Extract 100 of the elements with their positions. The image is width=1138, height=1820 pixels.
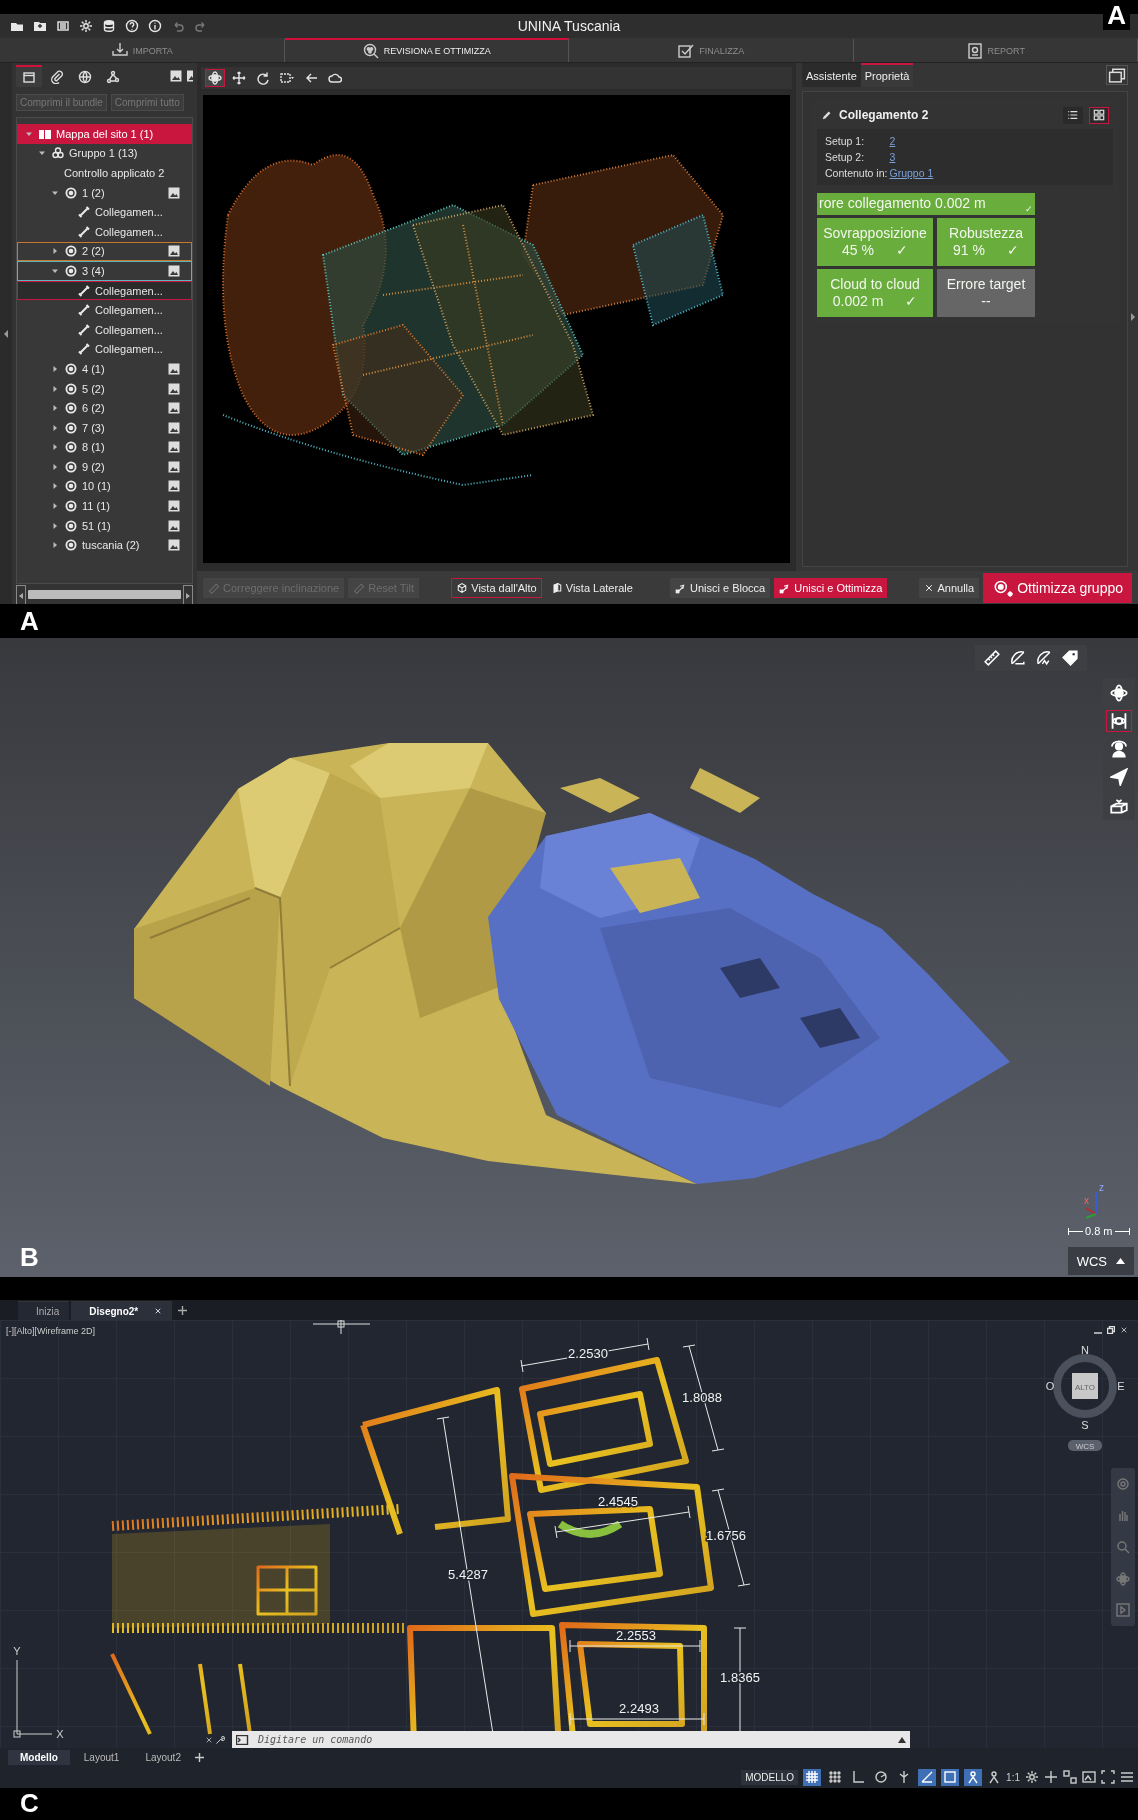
image-icon: [167, 538, 181, 553]
help-icon[interactable]: [125, 19, 139, 33]
merge-button[interactable]: Unisci e Blocca: [670, 578, 771, 598]
close-icon[interactable]: [154, 1307, 163, 1315]
database-icon[interactable]: [102, 19, 116, 33]
tree-item[interactable]: Collegamen...: [17, 339, 192, 360]
workflow-step[interactable]: FINALIZZA: [569, 38, 854, 62]
osnap-toggle[interactable]: [941, 1768, 960, 1786]
tree-item[interactable]: 1 (2): [17, 182, 192, 203]
steering-wheel-icon[interactable]: [1116, 1476, 1130, 1491]
view-cube-label: ALTO: [1074, 1383, 1096, 1392]
optimize-button[interactable]: Ottimizza gruppo: [983, 573, 1132, 603]
tree-item[interactable]: Mappa del sito 1 (1): [17, 124, 192, 144]
scrollbar-thumb[interactable]: [28, 590, 181, 599]
property-link[interactable]: 2: [889, 135, 896, 147]
grid-view-button[interactable]: [1089, 106, 1109, 124]
close-icon[interactable]: [1120, 1326, 1128, 1334]
cube-icon: [456, 582, 469, 594]
folder-plus-icon[interactable]: [33, 19, 47, 33]
info-icon[interactable]: [148, 19, 162, 33]
tree-item[interactable]: 7 (3): [17, 417, 192, 438]
angle-toggle[interactable]: [918, 1768, 937, 1786]
file-tab[interactable]: Disegno2*: [71, 1301, 173, 1320]
stack-icon[interactable]: [56, 19, 70, 33]
layout-tab[interactable]: Layout2: [133, 1749, 193, 1765]
view-button[interactable]: Vista dall'Alto: [451, 578, 542, 598]
layout-tab[interactable]: Modello: [8, 1749, 70, 1765]
tree-item[interactable]: Collegamen...: [17, 319, 192, 340]
tree-item[interactable]: 6 (2): [17, 398, 192, 418]
crosshair-icon: [312, 1320, 371, 1335]
back-arrow-icon: [304, 71, 318, 85]
isolate-icon[interactable]: [1082, 1770, 1096, 1784]
tree-item[interactable]: 3 (4): [17, 261, 192, 281]
fullscreen-icon[interactable]: [1101, 1770, 1115, 1784]
tree-item[interactable]: 10 (1): [17, 476, 192, 497]
command-input[interactable]: Digitare un comando: [256, 1733, 892, 1746]
settings-icon[interactable]: [79, 19, 93, 33]
add-tab-icon[interactable]: [194, 1752, 204, 1762]
scroll-left-icon[interactable]: [17, 591, 25, 600]
tree-item[interactable]: 4 (1): [17, 359, 192, 379]
workflow-step[interactable]: REPORT: [853, 38, 1138, 62]
merge-button[interactable]: Unisci e Ottimizza: [774, 578, 888, 598]
image-icon: [167, 244, 181, 259]
tree-item[interactable]: Collegamen...: [17, 202, 192, 222]
protractor-icon[interactable]: [1009, 649, 1027, 667]
ruler-icon[interactable]: [983, 649, 1001, 667]
tree-item[interactable]: Gruppo 1 (13): [17, 143, 192, 164]
check-mark: ✓: [1025, 203, 1033, 215]
focus-button[interactable]: [1106, 710, 1132, 732]
tree-item[interactable]: 2 (2): [17, 241, 192, 262]
image-icon[interactable]: [169, 69, 183, 83]
orbit-icon[interactable]: [1116, 1571, 1130, 1586]
file-tab[interactable]: Inizia: [18, 1301, 70, 1320]
annotation-toggle[interactable]: [964, 1768, 983, 1786]
tree-item[interactable]: 8 (1): [17, 437, 192, 458]
add-tab-icon[interactable]: [178, 1305, 188, 1315]
tilt-icon: [353, 582, 366, 594]
menu-icon[interactable]: [1120, 1770, 1134, 1784]
tree-item[interactable]: Controllo applicato 2: [17, 163, 192, 183]
panel-tab[interactable]: Proprietà: [860, 63, 914, 87]
tree-item[interactable]: 51 (1): [17, 515, 192, 536]
list-view-button[interactable]: [1063, 106, 1083, 124]
collapse-left-icon[interactable]: [2, 328, 10, 340]
angle-measure-icon[interactable]: [1035, 649, 1053, 667]
model-space-button[interactable]: MODELLO: [741, 1769, 799, 1785]
workflow-step[interactable]: IMPORTA: [0, 38, 285, 62]
annotation-scale-button[interactable]: 1:1: [1006, 1771, 1020, 1783]
tree-item[interactable]: 5 (2): [17, 378, 192, 399]
tree-item[interactable]: tuscania (2): [17, 535, 192, 556]
layout-tab[interactable]: Layout1: [71, 1749, 132, 1765]
coordinate-system-button[interactable]: WCS: [1068, 1247, 1134, 1275]
panel-tab[interactable]: Assistente: [802, 63, 861, 87]
settings-icon[interactable]: [1025, 1770, 1039, 1784]
caret-up-icon[interactable]: [898, 1736, 906, 1743]
zoom-icon[interactable]: [1116, 1540, 1130, 1554]
workspace-icon[interactable]: [1063, 1770, 1077, 1784]
tree-item[interactable]: Collegamen...: [17, 221, 192, 242]
orbit-button[interactable]: [205, 69, 225, 87]
check-mark: ✓: [895, 242, 908, 260]
tree-item[interactable]: 9 (2): [17, 457, 192, 477]
plus-icon[interactable]: [1044, 1770, 1058, 1784]
tag-icon[interactable]: [1061, 649, 1079, 667]
viewport-label[interactable]: [-][Alto][Wireframe 2D]: [0, 1322, 101, 1340]
tree-item[interactable]: 11 (1): [17, 496, 192, 516]
tilt-icon: [208, 582, 220, 594]
coordinate-system-button[interactable]: WCS: [1068, 1440, 1102, 1451]
close-icon[interactable]: [205, 1735, 213, 1744]
property-link[interactable]: Gruppo 1: [889, 167, 934, 179]
restore-icon[interactable]: [1107, 1326, 1115, 1334]
panel-tab[interactable]: [16, 65, 42, 87]
view-compass[interactable]: [1053, 1354, 1117, 1418]
tree-item[interactable]: Collegamen...: [17, 300, 192, 320]
property-link[interactable]: 3: [889, 151, 896, 163]
tree-item[interactable]: Collegamen...: [17, 280, 192, 301]
wrench-icon[interactable]: [215, 1734, 225, 1745]
restore-window-icon[interactable]: [1106, 65, 1128, 85]
scroll-right-icon[interactable]: [184, 591, 192, 600]
cancel-button[interactable]: Annulla: [919, 578, 980, 598]
grid-toggle[interactable]: [803, 1768, 822, 1786]
hand-icon[interactable]: [1116, 1508, 1130, 1523]
